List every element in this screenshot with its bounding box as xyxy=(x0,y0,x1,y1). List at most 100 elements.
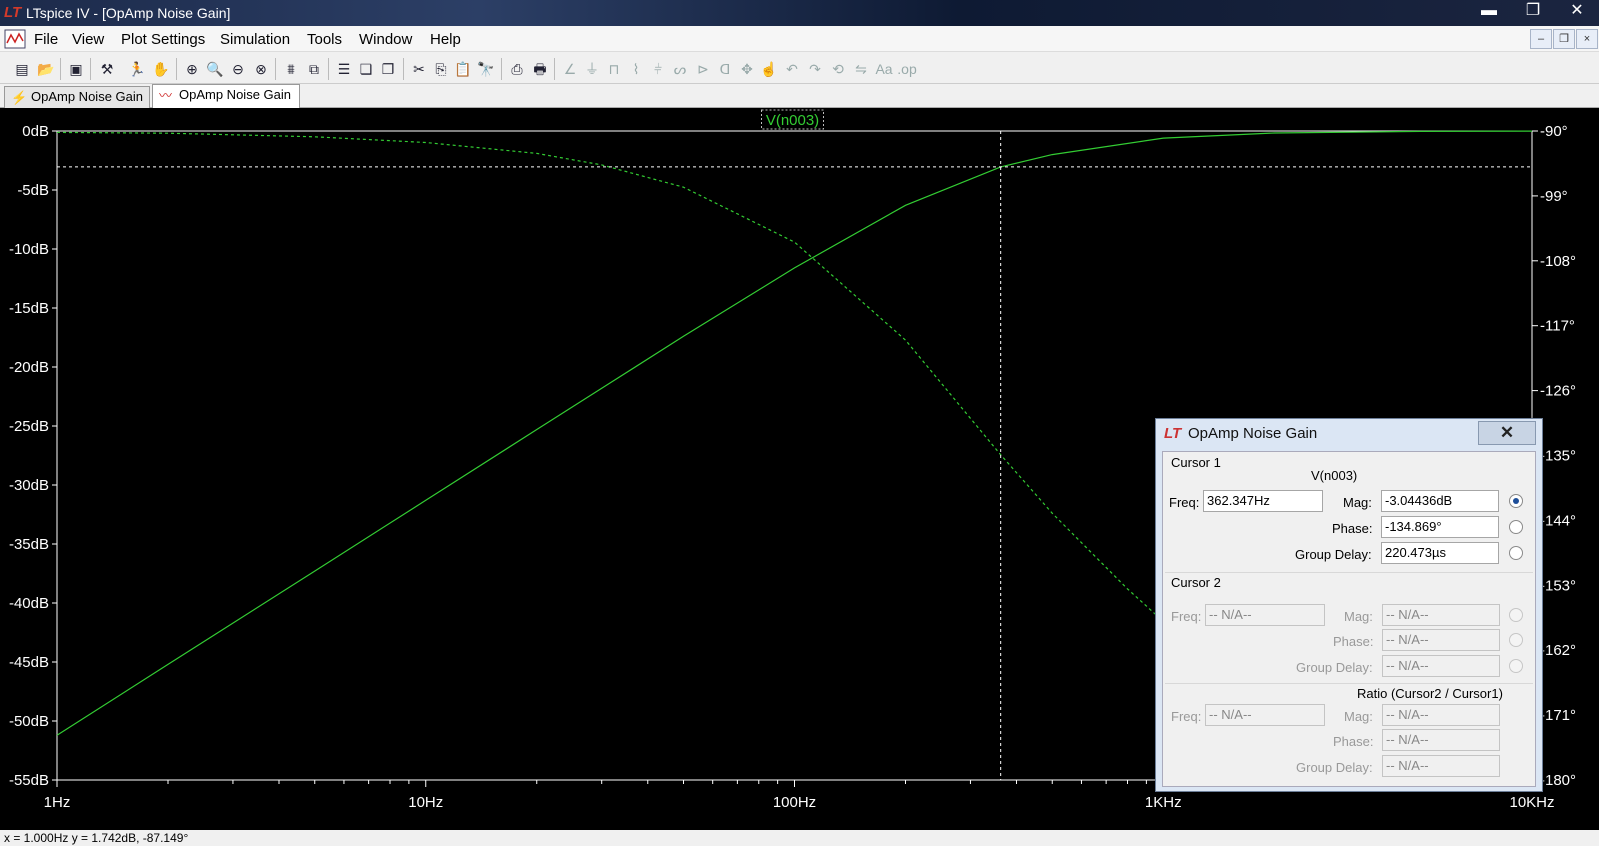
mdi-minimize-button[interactable]: – xyxy=(1530,29,1552,49)
menu-help[interactable]: Help xyxy=(430,31,461,48)
ratio-gd-field: -- N/A-- xyxy=(1382,755,1500,777)
copy-icon[interactable]: ⎘ xyxy=(431,59,451,79)
waveform-doc-icon[interactable] xyxy=(4,29,26,49)
cursor1-freq-field[interactable]: 362.347Hz xyxy=(1203,490,1323,512)
ratio-heading: Ratio (Cursor2 / Cursor1) xyxy=(1357,686,1503,701)
y-right-tick-label: -117° xyxy=(1540,318,1575,335)
menu-bar: File View Plot Settings Simulation Tools… xyxy=(0,26,1599,52)
new-schematic-icon[interactable]: ▤ xyxy=(12,59,32,79)
y-left-tick-label: -15dB xyxy=(9,300,49,317)
cursor1-phase-field[interactable]: -134.869° xyxy=(1381,516,1499,538)
spice-directive-icon[interactable]: .op xyxy=(897,59,917,79)
run-icon[interactable]: 🏃 xyxy=(127,59,147,79)
y-left-tick-label: -5dB xyxy=(17,182,49,199)
cursor2-gd-field: -- N/A-- xyxy=(1382,655,1500,677)
dialog-title: LT OpAmp Noise Gain xyxy=(1164,425,1317,442)
minimize-button[interactable]: ▬ xyxy=(1467,0,1511,22)
zoom-in-icon[interactable]: 🔍 xyxy=(205,59,225,79)
cursor1-phase-label: Phase: xyxy=(1332,521,1373,536)
y-right-tick-label: -153° xyxy=(1540,577,1576,594)
ground-icon[interactable]: ⏚ xyxy=(582,59,602,79)
window-title: LTspice IV - [OpAmp Noise Gain] xyxy=(26,5,231,21)
toolbar: ▤ 📂 ▣ ⚒ 🏃 ✋ ⊕ 🔍 ⊖ ⊗ ⩩ ⧉ ☰ ❏ ❐ ✂ ⎘ 📋 🔭 ⎙ … xyxy=(0,53,1599,84)
status-bar: x = 1.000Hz y = 1.742dB, -87.149° xyxy=(0,830,1599,846)
halt-hand-icon[interactable]: ✋ xyxy=(151,59,171,79)
cursor1-mag-radio[interactable] xyxy=(1509,494,1523,508)
drag-icon[interactable]: ☝ xyxy=(759,59,779,79)
control-panel-icon[interactable]: ⚒ xyxy=(97,59,117,79)
close-window-button[interactable]: ✕ xyxy=(1555,0,1599,22)
menu-view[interactable]: View xyxy=(72,31,104,48)
manual-limits-icon[interactable]: ⧉ xyxy=(304,59,324,79)
y-left-tick-label: 0dB xyxy=(22,123,49,140)
tile-horizontal-icon[interactable]: ☰ xyxy=(334,59,354,79)
mirror-icon[interactable]: ⇋ xyxy=(851,59,871,79)
tab-schematic[interactable]: ⚡ OpAmp Noise Gain xyxy=(4,86,150,108)
ratio-mag-field: -- N/A-- xyxy=(1382,704,1500,726)
ltspice-logo-icon: LT xyxy=(4,4,22,21)
cursor2-gd-radio xyxy=(1509,659,1523,673)
y-right-tick-label: -108° xyxy=(1540,253,1576,270)
cursor2-mag-radio xyxy=(1509,608,1523,622)
y-left-tick-label: -30dB xyxy=(9,477,49,494)
x-tick-label: 10Hz xyxy=(408,794,443,811)
ratio-gd-label: Group Delay: xyxy=(1296,760,1373,775)
open-folder-icon[interactable]: 📂 xyxy=(36,59,56,79)
capacitor-icon[interactable]: ⫩ xyxy=(648,59,668,79)
save-icon[interactable]: ▣ xyxy=(66,59,86,79)
print-icon[interactable]: 🖶 xyxy=(530,59,550,79)
ratio-phase-field: -- N/A-- xyxy=(1382,729,1500,751)
mdi-restore-button[interactable]: ❐ xyxy=(1553,29,1575,49)
menu-plot-settings[interactable]: Plot Settings xyxy=(121,31,205,48)
tab-waveform[interactable]: 〰 OpAmp Noise Gain xyxy=(152,84,300,108)
menu-tools[interactable]: Tools xyxy=(307,31,342,48)
cursor-dialog[interactable]: LT OpAmp Noise Gain ✕ Cursor 1 V(n003) F… xyxy=(1155,418,1543,792)
cascade-icon[interactable]: ❏ xyxy=(356,59,376,79)
y-right-tick-label: -135° xyxy=(1540,448,1576,465)
cursor1-phase-radio[interactable] xyxy=(1509,520,1523,534)
move-icon[interactable]: ✥ xyxy=(737,59,757,79)
y-right-tick-label: -180° xyxy=(1540,772,1576,789)
cursor1-gd-field[interactable]: 220.473µs xyxy=(1381,542,1499,564)
cursor1-mag-field[interactable]: -3.04436dB xyxy=(1381,490,1499,512)
rotate-icon[interactable]: ⟲ xyxy=(828,59,848,79)
trace-label: V(n003) xyxy=(766,112,819,129)
zoom-fit-icon[interactable]: ⊗ xyxy=(251,59,271,79)
resistor-icon[interactable]: ⌇ xyxy=(626,59,646,79)
paste-icon[interactable]: 📋 xyxy=(453,59,473,79)
menu-simulation[interactable]: Simulation xyxy=(220,31,290,48)
wire-icon[interactable]: ∠ xyxy=(560,59,580,79)
title-bar: LT LTspice IV - [OpAmp Noise Gain] ▬ ❐ ✕ xyxy=(0,0,1599,26)
y-left-tick-label: -35dB xyxy=(9,536,49,553)
diode-icon[interactable]: ⊳ xyxy=(693,59,713,79)
cursor2-heading: Cursor 2 xyxy=(1171,575,1221,590)
cursor1-gd-label: Group Delay: xyxy=(1295,547,1372,562)
redo-icon[interactable]: ↷ xyxy=(805,59,825,79)
cut-icon[interactable]: ✂ xyxy=(409,59,429,79)
document-tabs: ⚡ OpAmp Noise Gain 〰 OpAmp Noise Gain xyxy=(0,84,1599,108)
zoom-area-icon[interactable]: ⊕ xyxy=(182,59,202,79)
tile-vertical-icon[interactable]: ❐ xyxy=(378,59,398,79)
zoom-out-icon[interactable]: ⊖ xyxy=(228,59,248,79)
cursor1-mag-label: Mag: xyxy=(1343,495,1372,510)
tab-label: OpAmp Noise Gain xyxy=(179,87,291,102)
label-net-icon[interactable]: ⊓ xyxy=(604,59,624,79)
cursor2-freq-label: Freq: xyxy=(1171,609,1202,624)
y-right-tick-label: -90° xyxy=(1540,123,1568,140)
component-icon[interactable]: ᗡ xyxy=(715,59,735,79)
find-icon[interactable]: 🔭 xyxy=(476,59,496,79)
inductor-icon[interactable]: ᔕ xyxy=(670,59,690,79)
mdi-close-button[interactable]: × xyxy=(1576,29,1598,49)
dialog-close-button[interactable]: ✕ xyxy=(1478,421,1536,445)
menu-window[interactable]: Window xyxy=(359,31,412,48)
autorange-icon[interactable]: ⩩ xyxy=(281,59,301,79)
y-right-tick-label: -126° xyxy=(1540,383,1576,400)
undo-icon[interactable]: ↶ xyxy=(782,59,802,79)
menu-file[interactable]: File xyxy=(34,31,58,48)
cursor1-gd-radio[interactable] xyxy=(1509,546,1523,560)
text-icon[interactable]: Aa xyxy=(874,59,894,79)
maximize-button[interactable]: ❐ xyxy=(1511,0,1555,22)
print-setup-icon[interactable]: ⎙ xyxy=(507,59,527,79)
x-tick-label: 1KHz xyxy=(1145,794,1182,811)
y-left-tick-label: -20dB xyxy=(9,359,49,376)
